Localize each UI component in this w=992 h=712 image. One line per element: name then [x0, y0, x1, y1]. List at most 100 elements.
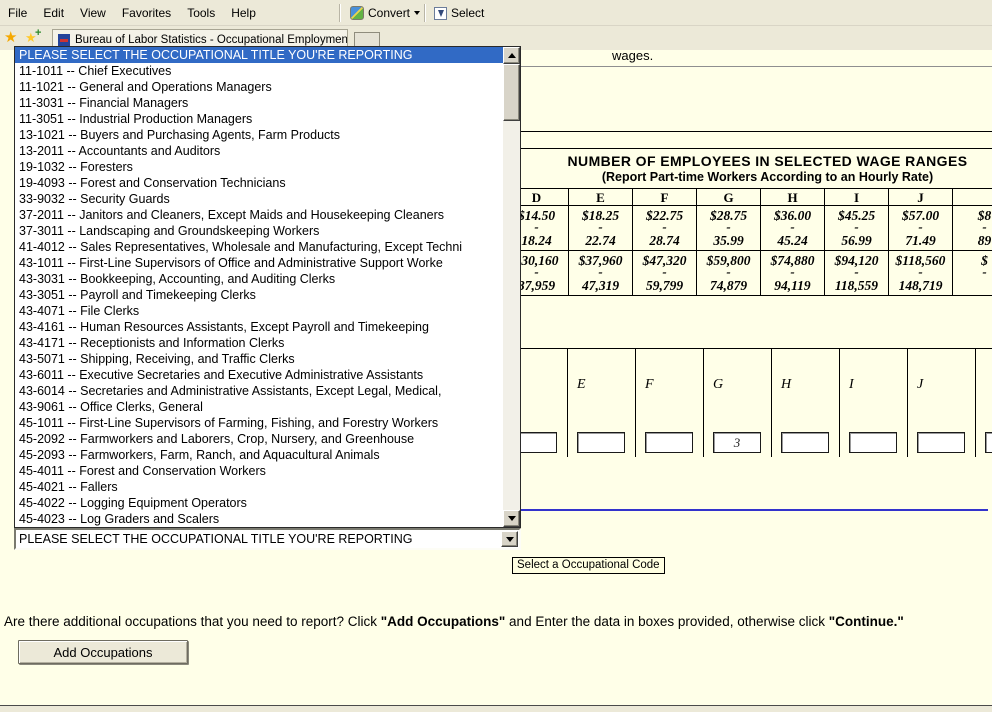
continue-emphasis: "Continue.": [829, 614, 904, 629]
tab-stub[interactable]: [354, 32, 380, 47]
listbox-option[interactable]: 43-3051 -- Payroll and Timekeeping Clerk…: [15, 287, 503, 303]
range-dash: -: [889, 268, 952, 278]
chevron-down-icon[interactable]: [414, 11, 420, 18]
listbox-items: PLEASE SELECT THE OCCUPATIONAL TITLE YOU…: [15, 47, 503, 527]
listbox-option[interactable]: 45-4021 -- Fallers: [15, 479, 503, 495]
wage-column-letter: H: [761, 189, 824, 206]
listbox-option[interactable]: 43-5071 -- Shipping, Receiving, and Traf…: [15, 351, 503, 367]
toolbar-separator: [339, 4, 341, 22]
occupation-dropdown-list: PLEASE SELECT THE OCCUPATIONAL TITLE YOU…: [14, 46, 521, 528]
separator-line: [521, 66, 992, 67]
wage-table-title: NUMBER OF EMPLOYEES IN SELECTED WAGE RAN…: [505, 149, 992, 169]
range-dash: -: [953, 268, 992, 278]
employee-count-input[interactable]: [917, 432, 965, 453]
listbox-option[interactable]: 43-9061 -- Office Clerks, General: [15, 399, 503, 415]
listbox-option[interactable]: 45-4023 -- Log Graders and Scalers: [15, 511, 503, 527]
menu-tools[interactable]: Tools: [179, 1, 223, 25]
chevron-down-icon: [506, 537, 514, 546]
employee-count-input[interactable]: [645, 432, 693, 453]
listbox-option[interactable]: 19-4093 -- Forest and Conservation Techn…: [15, 175, 503, 191]
listbox-option[interactable]: 45-4011 -- Forest and Conservation Worke…: [15, 463, 503, 479]
listbox-option[interactable]: 45-1011 -- First-Line Supervisors of Far…: [15, 415, 503, 431]
listbox-option[interactable]: 43-4161 -- Human Resources Assistants, E…: [15, 319, 503, 335]
range-dash: -: [761, 268, 824, 278]
combobox-dropdown-button[interactable]: [501, 531, 518, 547]
listbox-option[interactable]: 45-2092 -- Farmworkers and Laborers, Cro…: [15, 431, 503, 447]
window-bottom-edge: [0, 705, 992, 712]
additional-occupations-question: Are there additional occupations that yo…: [4, 614, 988, 629]
occupation-combobox[interactable]: PLEASE SELECT THE OCCUPATIONAL TITLE YOU…: [14, 528, 521, 550]
add-occupations-button[interactable]: Add Occupations: [18, 640, 188, 664]
employee-count-input[interactable]: [781, 432, 829, 453]
listbox-option[interactable]: 33-9032 -- Security Guards: [15, 191, 503, 207]
listbox-option[interactable]: 11-3031 -- Financial Managers: [15, 95, 503, 111]
menu-edit[interactable]: Edit: [35, 1, 72, 25]
listbox-option[interactable]: 11-3051 -- Industrial Production Manager…: [15, 111, 503, 127]
scroll-up-button[interactable]: [503, 47, 520, 64]
listbox-option[interactable]: 13-2011 -- Accountants and Auditors: [15, 143, 503, 159]
listbox-option[interactable]: 37-2011 -- Janitors and Cleaners, Except…: [15, 207, 503, 223]
annual-range-cell: $59,800 - 74,879: [697, 251, 760, 296]
tab-favicon-icon: [58, 34, 70, 46]
range-dash: -: [825, 268, 888, 278]
entry-column-letter: F: [636, 349, 703, 393]
listbox-option[interactable]: 43-6014 -- Secretaries and Administrativ…: [15, 383, 503, 399]
employee-count-input[interactable]: [577, 432, 625, 453]
listbox-option[interactable]: 43-6011 -- Executive Secretaries and Exe…: [15, 367, 503, 383]
annual-range-cell: $118,560 - 148,719: [889, 251, 952, 296]
add-favorite-icon[interactable]: [25, 29, 43, 45]
listbox-option-selected[interactable]: PLEASE SELECT THE OCCUPATIONAL TITLE YOU…: [15, 47, 503, 63]
listbox-option[interactable]: 43-3031 -- Bookkeeping, Accounting, and …: [15, 271, 503, 287]
listbox-option[interactable]: 43-1011 -- First-Line Supervisors of Off…: [15, 255, 503, 271]
wage-table-columns: D $14.50 - 18.24 $30,160 - 37,959 E: [505, 188, 992, 296]
combobox-value: PLEASE SELECT THE OCCUPATIONAL TITLE YOU…: [16, 532, 501, 546]
wage-column-letter: J: [889, 189, 952, 206]
listbox-option[interactable]: 43-4071 -- File Clerks: [15, 303, 503, 319]
listbox-scrollbar[interactable]: [503, 47, 520, 527]
annual-range-cell: $94,120 - 118,559: [825, 251, 888, 296]
wage-column-letter: F: [633, 189, 696, 206]
question-text-2: and Enter the data in boxes provided, ot…: [505, 614, 828, 629]
entry-column-letter: I: [840, 349, 907, 393]
hourly-range-cell: $18.25 - 22.74: [569, 206, 632, 251]
tooltip: Select a Occupational Code: [512, 557, 665, 574]
annual-high-value: [953, 278, 992, 293]
range-dash: -: [697, 223, 760, 233]
select-button[interactable]: Select: [430, 2, 488, 24]
listbox-option[interactable]: 13-1021 -- Buyers and Purchasing Agents,…: [15, 127, 503, 143]
favorites-star-icon[interactable]: [4, 29, 20, 45]
convert-button[interactable]: Convert: [346, 2, 424, 24]
entry-column: [976, 349, 992, 457]
range-dash: -: [825, 223, 888, 233]
wage-table-subtitle: (Report Part-time Workers According to a…: [505, 169, 992, 188]
wage-column: G $28.75 - 35.99 $59,800 - 74,879: [697, 189, 761, 296]
add-occupations-emphasis: "Add Occupations": [381, 614, 506, 629]
hourly-range-cell: $57.00 - 71.49: [889, 206, 952, 251]
menu-view[interactable]: View: [72, 1, 114, 25]
menu-help[interactable]: Help: [223, 1, 264, 25]
listbox-option[interactable]: 11-1021 -- General and Operations Manage…: [15, 79, 503, 95]
page-text-fragment: wages.: [612, 48, 653, 63]
entry-column-letter: J: [908, 349, 975, 393]
annual-high-value: 74,879: [697, 278, 760, 293]
annual-high-value: 94,119: [761, 278, 824, 293]
hourly-high-value: 45.24: [761, 233, 824, 248]
listbox-option[interactable]: 19-1032 -- Foresters: [15, 159, 503, 175]
listbox-option[interactable]: 45-4022 -- Logging Equipment Operators: [15, 495, 503, 511]
menu-file[interactable]: File: [0, 1, 35, 25]
listbox-option[interactable]: 11-1011 -- Chief Executives: [15, 63, 503, 79]
separator-line: [521, 131, 992, 132]
listbox-option[interactable]: 37-3011 -- Landscaping and Groundskeepin…: [15, 223, 503, 239]
range-dash: -: [633, 268, 696, 278]
tab-title: Bureau of Labor Statistics - Occupationa…: [75, 34, 348, 46]
scrollbar-thumb[interactable]: [503, 64, 520, 121]
employee-count-input[interactable]: [713, 432, 761, 453]
listbox-option[interactable]: 41-4012 -- Sales Representatives, Wholes…: [15, 239, 503, 255]
listbox-option[interactable]: 45-2093 -- Farmworkers, Farm, Ranch, and…: [15, 447, 503, 463]
employee-count-input[interactable]: [985, 432, 992, 453]
listbox-option[interactable]: 43-4171 -- Receptionists and Information…: [15, 335, 503, 351]
wage-column-letter: E: [569, 189, 632, 206]
menu-favorites[interactable]: Favorites: [114, 1, 179, 25]
employee-count-input[interactable]: [849, 432, 897, 453]
scroll-down-button[interactable]: [503, 510, 520, 527]
